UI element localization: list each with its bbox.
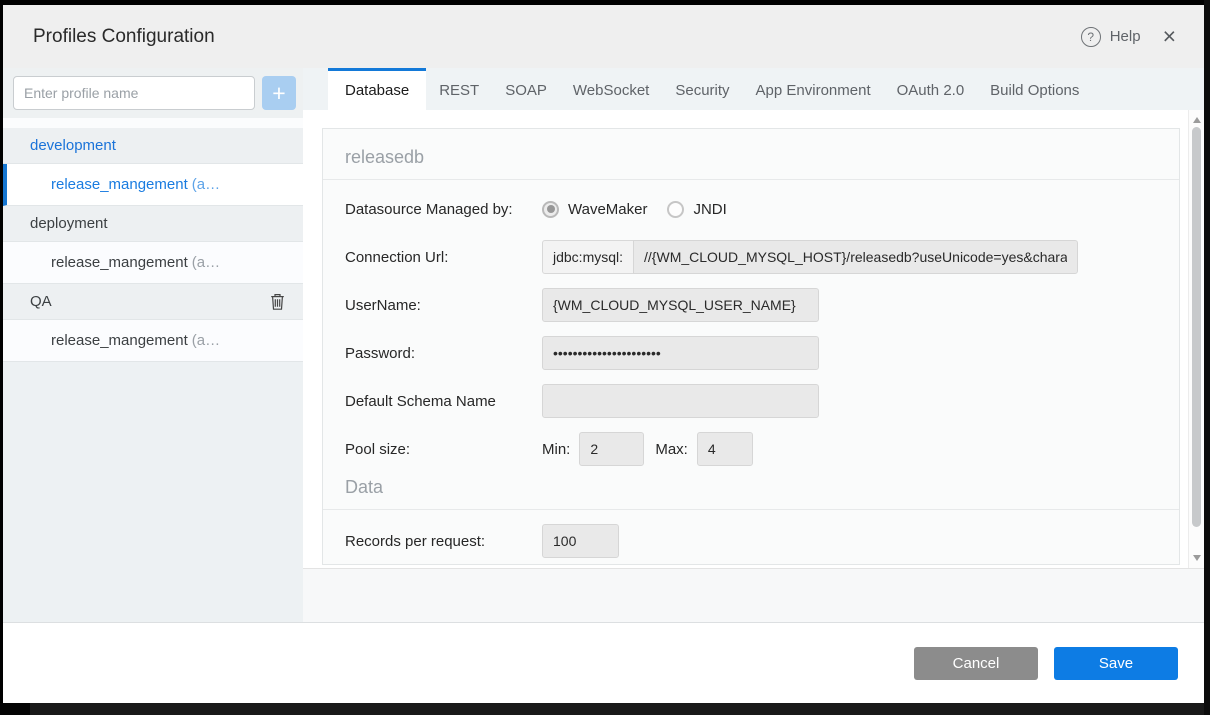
username-input[interactable] (542, 288, 819, 322)
section-divider (323, 179, 1179, 180)
tab-websocket[interactable]: WebSocket (560, 68, 662, 110)
sidebar-item-development[interactable]: development (3, 128, 303, 164)
close-icon[interactable]: × (1163, 25, 1176, 48)
connection-url-row: Connection Url: jdbc:mysql: (345, 240, 1179, 274)
profile-create-row: + (3, 68, 303, 118)
tab-security[interactable]: Security (662, 68, 742, 110)
wavemaker-radio[interactable] (542, 201, 559, 218)
sidebar-item-release-mangement-qa[interactable]: release_mangement (a… (3, 320, 303, 362)
pool-size-label: Pool size: (345, 441, 542, 458)
password-input[interactable] (542, 336, 819, 370)
profile-db-suffix: (a… (192, 332, 220, 349)
records-input[interactable] (542, 524, 619, 558)
tab-database[interactable]: Database (328, 68, 426, 110)
sidebar-spacer (3, 118, 303, 128)
database-tab-content: releasedb Datasource Managed by: WaveMak… (303, 110, 1204, 568)
username-row: UserName: (345, 288, 1179, 322)
database-config-card: releasedb Datasource Managed by: WaveMak… (322, 128, 1180, 565)
password-label: Password: (345, 345, 542, 362)
schema-label: Default Schema Name (345, 393, 542, 410)
pool-size-row: Pool size: Min: Max: (345, 432, 1179, 466)
profile-db-label: release_mangement (51, 332, 188, 349)
sidebar-item-deployment[interactable]: deployment (3, 206, 303, 242)
records-label: Records per request: (345, 533, 542, 550)
sidebar-empty-area (3, 362, 303, 622)
username-label: UserName: (345, 297, 542, 314)
profile-group-label: development (30, 137, 116, 154)
dialog-footer: Cancel Save (3, 622, 1204, 703)
scrollbar-thumb[interactable] (1192, 127, 1201, 527)
datasource-label: Datasource Managed by: (345, 201, 542, 218)
connection-url-label: Connection Url: (345, 249, 542, 266)
profile-group-label: QA (30, 293, 52, 310)
schema-input[interactable] (542, 384, 819, 418)
records-row: Records per request: (345, 524, 1179, 558)
jndi-radio[interactable] (667, 201, 684, 218)
dialog-title: Profiles Configuration (33, 26, 1081, 48)
delete-profile-icon[interactable] (270, 293, 285, 311)
content-footer-strip (303, 568, 1204, 622)
vertical-scrollbar[interactable] (1188, 110, 1204, 568)
pool-min-label: Min: (542, 441, 570, 458)
help-icon[interactable]: ? (1081, 27, 1101, 47)
sidebar-item-qa[interactable]: QA (3, 284, 303, 320)
background-bottom-edge (0, 703, 1210, 715)
data-section-title: Data (345, 477, 1179, 498)
scroll-down-arrow-icon[interactable] (1193, 555, 1201, 561)
pool-max-label: Max: (655, 441, 688, 458)
profiles-configuration-dialog: Profiles Configuration ? Help × + develo… (3, 5, 1204, 703)
password-row: Password: (345, 336, 1179, 370)
schema-row: Default Schema Name (345, 384, 1179, 418)
datasource-row: Datasource Managed by: WaveMaker JNDI (345, 192, 1179, 226)
profile-name-input[interactable] (13, 76, 255, 110)
wavemaker-radio-label: WaveMaker (568, 201, 647, 218)
section-divider (323, 509, 1179, 510)
pool-max-input[interactable] (697, 432, 753, 466)
jndi-radio-label: JNDI (693, 201, 726, 218)
header-actions: ? Help × (1081, 25, 1176, 48)
pool-min-input[interactable] (579, 432, 644, 466)
profile-db-label: release_mangement (51, 176, 188, 193)
profile-db-suffix: (a… (192, 176, 220, 193)
tab-bar: Database REST SOAP WebSocket Security Ap… (303, 68, 1204, 110)
profile-group-label: deployment (30, 215, 108, 232)
tab-rest[interactable]: REST (426, 68, 492, 110)
profile-db-suffix: (a… (192, 254, 220, 271)
tab-build-options[interactable]: Build Options (977, 68, 1092, 110)
main-panel: Database REST SOAP WebSocket Security Ap… (303, 68, 1204, 622)
profiles-sidebar: + development release_mangement (a… depl… (3, 68, 303, 622)
tab-app-environment[interactable]: App Environment (743, 68, 884, 110)
add-profile-button[interactable]: + (262, 76, 296, 110)
profile-db-label: release_mangement (51, 254, 188, 271)
cancel-button[interactable]: Cancel (914, 647, 1038, 680)
background-right-edge (1204, 0, 1210, 715)
sidebar-item-release-mangement-development[interactable]: release_mangement (a… (3, 164, 303, 206)
save-button[interactable]: Save (1054, 647, 1178, 680)
db-section-title: releasedb (345, 147, 1179, 168)
scroll-up-arrow-icon[interactable] (1193, 117, 1201, 123)
tab-oauth[interactable]: OAuth 2.0 (884, 68, 978, 110)
dialog-body: + development release_mangement (a… depl… (3, 68, 1204, 622)
connection-url-input[interactable] (633, 240, 1078, 274)
dialog-header: Profiles Configuration ? Help × (3, 5, 1204, 68)
sidebar-item-release-mangement-deployment[interactable]: release_mangement (a… (3, 242, 303, 284)
jdbc-prefix-box: jdbc:mysql: (542, 240, 634, 274)
tab-soap[interactable]: SOAP (492, 68, 560, 110)
help-link[interactable]: Help (1110, 28, 1141, 45)
